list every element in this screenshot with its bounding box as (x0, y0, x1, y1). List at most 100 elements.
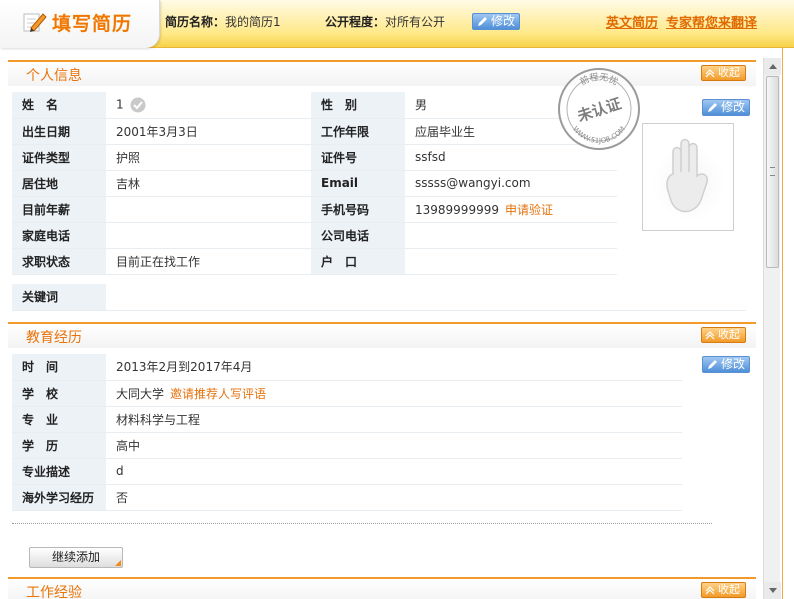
table-row: 证件类型 护照 证件号 ssfsd (12, 144, 617, 171)
job-status-value: 目前正在找工作 (106, 248, 311, 275)
name-value-cell: 1 (106, 92, 311, 119)
edu-major-label: 专 业 (12, 406, 106, 433)
education-collapse-button[interactable]: 收起 (701, 327, 746, 343)
page-title: 填写简历 (52, 13, 133, 35)
company-phone-label: 公司电话 (311, 222, 405, 249)
vertical-scrollbar[interactable] (763, 58, 781, 599)
invite-referee-link[interactable]: 邀请推荐人写评语 (170, 387, 266, 401)
table-row: 居住地 吉林 Email sssss@wangyi.com (12, 170, 617, 197)
birthdate-value: 2001年3月3日 (106, 118, 311, 145)
id-type-value: 护照 (106, 144, 311, 171)
edu-overseas-value: 否 (106, 484, 682, 511)
table-row: 目前年薪 手机号码 13989999999 申请验证 (12, 196, 617, 223)
edu-time-label: 时 间 (12, 354, 106, 381)
job-status-label: 求职状态 (12, 248, 106, 275)
privacy-value: 对所有公开 (385, 15, 446, 29)
salary-label: 目前年薪 (12, 196, 106, 223)
personal-edit-button[interactable]: 修改 (702, 99, 751, 116)
hand-photo-placeholder-icon (653, 138, 725, 222)
photo-placeholder[interactable] (642, 123, 734, 231)
table-row: 时 间 2013年2月到2017年4月 (12, 354, 682, 381)
email-label: Email (311, 170, 405, 197)
work-years-label: 工作年限 (311, 118, 405, 145)
scroll-down-arrow-icon[interactable] (764, 582, 781, 599)
company-phone-value (405, 222, 617, 249)
personal-section-title: 个人信息 (26, 68, 82, 84)
table-row: 海外学习经历 否 (12, 484, 682, 511)
privacy-label: 公开程度： (325, 15, 386, 29)
id-number-label: 证件号 (311, 144, 405, 171)
scroll-up-arrow-icon[interactable] (764, 58, 781, 75)
page-header: 填写简历 简历名称：我的简历1 公开程度：对所有公开 修改 英文简历 专家帮您来… (0, 0, 794, 48)
expert-translate-link[interactable]: 专家帮您来翻译 (666, 12, 757, 31)
scroll-thumb[interactable] (766, 76, 779, 268)
header-title-tab: 填写简历 (0, 0, 160, 48)
edu-description-label: 专业描述 (12, 458, 106, 485)
home-phone-value (106, 222, 311, 249)
edit-icon (478, 17, 487, 26)
section-header-personal: 个人信息 收起 (8, 60, 756, 86)
mobile-value: 13989999999 (415, 202, 499, 217)
keywords-table: 关键词 (12, 284, 746, 311)
table-row: 学 历 高中 (12, 432, 682, 459)
apply-verify-link[interactable]: 申请验证 (505, 203, 553, 217)
table-row: 专业描述 d (12, 458, 682, 485)
table-row: 学 校 大同大学 邀请推荐人写评语 (12, 380, 682, 407)
keywords-label: 关键词 (12, 284, 106, 311)
stamp-icon: 前程无忧 未认证 WWW.51JOB.COM (558, 68, 640, 150)
privacy-level: 公开程度：对所有公开 (325, 13, 445, 30)
work-collapse-button[interactable]: 收起 (701, 582, 746, 598)
collapse-icon (705, 69, 715, 78)
residence-label: 居住地 (12, 170, 106, 197)
education-section-title: 教育经历 (26, 330, 82, 346)
divider (12, 523, 712, 524)
resume-name-label: 简历名称： (165, 15, 226, 29)
header-edit-label: 修改 (491, 14, 516, 28)
name-label: 姓 名 (12, 92, 106, 119)
content-right-border (782, 48, 783, 599)
collapse-icon (705, 586, 715, 595)
edit-icon (708, 360, 717, 369)
birthdate-label: 出生日期 (12, 118, 106, 145)
edu-school-label: 学 校 (12, 380, 106, 407)
mobile-value-cell: 13989999999 申请验证 (405, 196, 617, 223)
edu-overseas-label: 海外学习经历 (12, 484, 106, 511)
personal-collapse-label: 收起 (718, 66, 740, 79)
hukou-value (405, 248, 617, 275)
collapse-icon (705, 331, 715, 340)
edu-degree-value: 高中 (106, 432, 682, 459)
keywords-value (106, 284, 746, 311)
section-header-education: 教育经历 收起 (8, 322, 756, 348)
work-section-title: 工作经验 (26, 585, 82, 599)
id-type-label: 证件类型 (12, 144, 106, 171)
work-collapse-label: 收起 (718, 583, 740, 596)
edu-time-value: 2013年2月到2017年4月 (106, 354, 682, 381)
section-header-work: 工作经验 收起 (8, 577, 756, 599)
check-icon (130, 97, 146, 113)
edu-degree-label: 学 历 (12, 432, 106, 459)
resume-name-value: 我的简历1 (225, 15, 281, 29)
table-row: 求职状态 目前正在找工作 户 口 (12, 248, 617, 275)
gender-label: 性 别 (311, 92, 405, 119)
edit-icon (708, 103, 717, 112)
table-row: 专 业 材料科学与工程 (12, 406, 682, 433)
personal-edit-label: 修改 (721, 100, 746, 114)
pencil-icon (23, 13, 47, 32)
hukou-label: 户 口 (311, 248, 405, 275)
header-edit-button[interactable]: 修改 (472, 13, 521, 30)
add-more-button[interactable]: 继续添加 (29, 547, 123, 568)
education-collapse-label: 收起 (718, 328, 740, 341)
table-row: 家庭电话 公司电话 (12, 222, 617, 249)
personal-info-table: 姓 名 1 性 别 男 出生日期 2001年3月3日 工作年限 应届毕业生 证件… (12, 92, 617, 275)
table-row: 关键词 (12, 284, 746, 311)
resume-name: 简历名称：我的简历1 (165, 13, 281, 30)
english-resume-link[interactable]: 英文简历 (606, 12, 658, 31)
education-table: 时 间 2013年2月到2017年4月 学 校 大同大学 邀请推荐人写评语 专 业… (12, 354, 682, 511)
salary-value (106, 196, 311, 223)
personal-collapse-button[interactable]: 收起 (701, 65, 746, 81)
education-edit-label: 修改 (721, 357, 746, 371)
email-value: sssss@wangyi.com (405, 170, 617, 197)
edu-school-cell: 大同大学 邀请推荐人写评语 (106, 380, 682, 407)
education-edit-button[interactable]: 修改 (702, 356, 751, 373)
home-phone-label: 家庭电话 (12, 222, 106, 249)
